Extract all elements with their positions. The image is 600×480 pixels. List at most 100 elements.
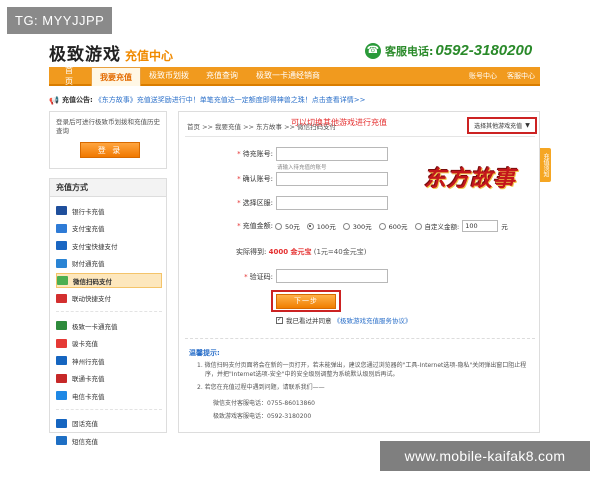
payment-method-item[interactable]: 神州行充值 — [56, 353, 162, 368]
switch-game-label: 选择其他游戏充值 — [474, 123, 523, 130]
payment-method-item[interactable]: 固话充值 — [56, 416, 162, 431]
payment-method-label: 电信卡充值 — [72, 392, 105, 401]
tip-item-2: 2. 若您在充值过程中遇到问题，请联系我们—— — [197, 384, 325, 391]
site-logo[interactable]: 极致游戏 充值中心 — [49, 40, 173, 65]
nav-item-dealers[interactable]: 极致一卡通经销商 — [247, 67, 329, 84]
account-input[interactable] — [276, 147, 388, 161]
nav-item-query[interactable]: 充值查询 — [197, 67, 247, 84]
nav-item-home[interactable]: 首 页 — [57, 66, 91, 86]
amount-options: 50元 100元 300元 600元 自定义金额: 100 元 — [275, 220, 508, 232]
tip-item-1-line-1: 1. 微信扫码支付页面将会在新的一页打开，若未能弹出，建议您通过浏览器的"工具-… — [197, 362, 527, 369]
radio-custom[interactable] — [414, 222, 422, 230]
hotline-number: 0592-3180200 — [435, 42, 533, 59]
payment-method-label: 支付宝快捷支付 — [72, 242, 118, 251]
captcha-label: * 验证码: — [244, 273, 273, 281]
login-panel: 登录后可进行极致币划拨和充值历史查询 登 录 — [49, 111, 167, 169]
amount-option-100[interactable]: 100元 — [306, 221, 336, 231]
amount-label: * 充值金额: — [237, 222, 273, 230]
sms-icon — [56, 436, 67, 445]
recharge-page: 极致游戏 充值中心 ☎ 客服电话: 0592-3180200 首 页 我要充值 … — [0, 0, 600, 480]
payment-method-label: 银行卡充值 — [72, 207, 105, 216]
login-tip: 登录后可进行极致币划拨和充值历史查询 — [56, 118, 160, 135]
actual-value: 4000 金元宝 — [268, 248, 312, 256]
agree-checkbox[interactable]: ✓ — [276, 316, 283, 324]
recharge-form-panel: 首页 >> 我要充值 >> 东方故事 >> 微信扫码支付 可以切换其他游戏进行充… — [178, 111, 540, 433]
payment-group-divider — [56, 311, 162, 312]
payment-method-label: 极致一卡通充值 — [72, 322, 118, 331]
amount-option-50[interactable]: 50元 — [275, 221, 300, 231]
tip-item-1-line-2: 序，并把"Internet选项-安全"中的安全级别调整为系统默认级别后再试。 — [205, 371, 399, 378]
server-select[interactable] — [276, 196, 388, 210]
service-hotline: ☎ 客服电话: 0592-3180200 — [365, 42, 532, 59]
account-label: * 待充账号: — [237, 150, 273, 158]
payment-method-label: 支付宝充值 — [72, 225, 105, 233]
jizhi-card-icon — [56, 321, 67, 330]
radio-300[interactable] — [342, 222, 350, 230]
phone-icon: ☎ — [365, 42, 381, 59]
agree-text: 我已看过并同意 — [286, 317, 332, 325]
payment-method-item[interactable]: 极致一卡通充值 — [56, 318, 162, 333]
china-mobile-icon — [56, 356, 67, 365]
tenpay-icon — [56, 258, 67, 268]
login-button[interactable]: 登 录 — [80, 142, 140, 158]
nav-item-recharge[interactable]: 我要充值 — [91, 67, 141, 86]
bank-card-icon — [56, 206, 67, 215]
tip-phone-jizhi: 极致游戏客服电话：0592-3180200 — [213, 413, 312, 420]
telecom-icon — [56, 391, 67, 400]
tips-title: 温馨提示: — [189, 349, 220, 357]
confirm-account-input[interactable] — [276, 172, 388, 186]
game-logo-text: 东方故事 — [423, 165, 516, 192]
payment-method-label: 固话充值 — [72, 420, 98, 428]
payment-method-item[interactable]: 骏卡充值 — [56, 336, 162, 351]
watermark-top-left: TG: MYYJJPP — [7, 7, 113, 34]
actual-received: 实际得到: 4000 金元宝 (1元=40金元宝) — [236, 247, 366, 257]
breadcrumb-divider — [185, 136, 535, 137]
radio-100[interactable] — [306, 222, 314, 230]
agreement-link[interactable]: 《极致游戏充值服务协议》 — [334, 315, 412, 325]
agreement-row: ✓ 我已看过并同意 《极致游戏充值服务协议》 — [276, 315, 412, 325]
recharge-notice-side-tab[interactable]: 充值须知 — [540, 148, 551, 182]
logo-main-text: 极致游戏 — [49, 45, 121, 65]
payment-method-label: 微信扫码支付 — [73, 277, 112, 286]
payment-method-item[interactable]: 财付通充值 — [56, 256, 162, 271]
unicom-icon — [56, 373, 67, 383]
nav-item-coin-transfer[interactable]: 极致币划拨 — [141, 67, 197, 84]
switch-game-dropdown[interactable]: 选择其他游戏充值 ▼ — [467, 117, 537, 134]
payment-method-item[interactable]: 短信充值 — [56, 433, 162, 448]
payment-group-divider — [56, 408, 162, 410]
payment-method-item[interactable]: 支付宝充值 — [56, 221, 162, 236]
payment-method-item[interactable]: 支付宝快捷支付 — [56, 238, 162, 253]
alipay-icon — [56, 223, 67, 233]
exchange-rate-note: (1元=40金元宝) — [313, 248, 367, 256]
actual-label: 实际得到: — [236, 248, 267, 256]
confirm-account-label: * 确认账号: — [237, 175, 273, 183]
payment-method-label: 财付通充值 — [72, 260, 105, 268]
switch-game-tip: 可以切换其他游戏进行充值 — [291, 118, 387, 127]
payment-method-item[interactable]: 联动快捷支付 — [56, 291, 162, 306]
main-nav: 首 页 我要充值 极致币划拨 充值查询 极致一卡通经销商 账号中心 客服中心 — [49, 66, 540, 86]
nav-item-account-center[interactable]: 账号中心 — [464, 67, 502, 84]
amount-option-300[interactable]: 300元 — [342, 221, 372, 231]
payment-method-item[interactable]: 银行卡充值 — [56, 203, 162, 218]
payment-method-label: 短信充值 — [72, 437, 98, 446]
logo-sub-text: 充值中心 — [125, 49, 174, 63]
next-step-button[interactable]: 下一步 — [276, 293, 336, 309]
notice-bar: 📢 充值公告: 《东方故事》充值送奖励进行中！单笔充值达一定额度即得神兽之珠！点… — [49, 93, 540, 107]
custom-amount-input[interactable]: 100 — [462, 220, 499, 232]
landline-icon — [56, 418, 67, 428]
amount-option-custom[interactable]: 自定义金额: 100 元 — [414, 220, 508, 232]
game-logo: 东方故事 — [415, 154, 525, 199]
custom-amount-label: 自定义金额: — [424, 223, 460, 231]
payment-method-item[interactable]: 联通卡充值 — [56, 371, 162, 386]
captcha-input[interactable] — [276, 269, 388, 283]
radio-600[interactable] — [378, 222, 386, 230]
payment-method-label: 联通卡充值 — [72, 375, 105, 383]
payment-method-item[interactable]: 电信卡充值 — [56, 388, 162, 403]
nav-item-service-center[interactable]: 客服中心 — [502, 67, 540, 84]
notice-link[interactable]: 《东方故事》充值送奖励进行中！单笔充值达一定额度即得神兽之珠！点击查看详情>> — [95, 95, 366, 105]
amount-option-600[interactable]: 600元 — [378, 221, 408, 231]
payment-methods-panel: 充值方式 银行卡充值 支付宝充值 支付宝快捷支付 财付通充值 微信扫码支付 联动快捷支付极… — [49, 178, 167, 446]
radio-50[interactable] — [275, 222, 282, 230]
caret-down-icon: ▼ — [525, 122, 530, 129]
payment-method-item[interactable]: 微信扫码支付 — [56, 273, 162, 288]
